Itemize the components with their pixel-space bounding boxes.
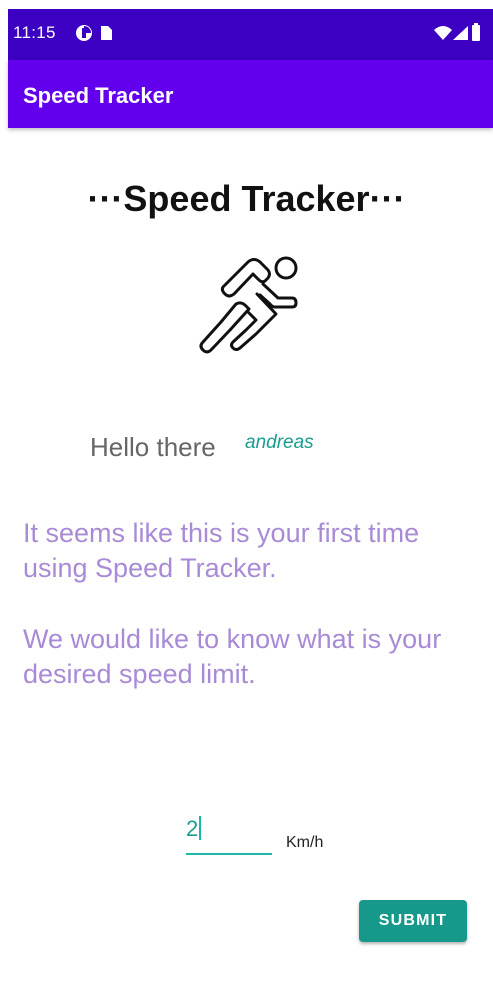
speed-limit-input-value: 2: [186, 816, 202, 842]
status-time: 11:15: [13, 23, 56, 42]
username-label: andreas: [245, 432, 314, 453]
speed-limit-input[interactable]: 2: [186, 808, 272, 855]
page-title: ···Speed Tracker···: [87, 178, 406, 219]
wifi-icon: [434, 26, 452, 40]
text-cursor: [199, 816, 202, 840]
notification-icon: [76, 25, 92, 41]
unit-label: Km/h: [286, 834, 324, 851]
battery-icon: [472, 23, 480, 41]
sim-card-icon: [101, 26, 112, 40]
submit-button[interactable]: SUBMIT: [359, 900, 467, 942]
status-bar: 11:15: [8, 9, 493, 60]
app-bar: Speed Tracker: [8, 60, 493, 128]
running-person-icon: [199, 256, 298, 354]
first-time-message: It seems like this is your first time us…: [23, 518, 420, 583]
greeting-text: Hello there: [90, 432, 216, 462]
signal-icon: [453, 26, 468, 40]
speed-limit-prompt: We would like to know what is your desir…: [23, 624, 442, 689]
app-bar-title: Speed Tracker: [23, 83, 174, 108]
